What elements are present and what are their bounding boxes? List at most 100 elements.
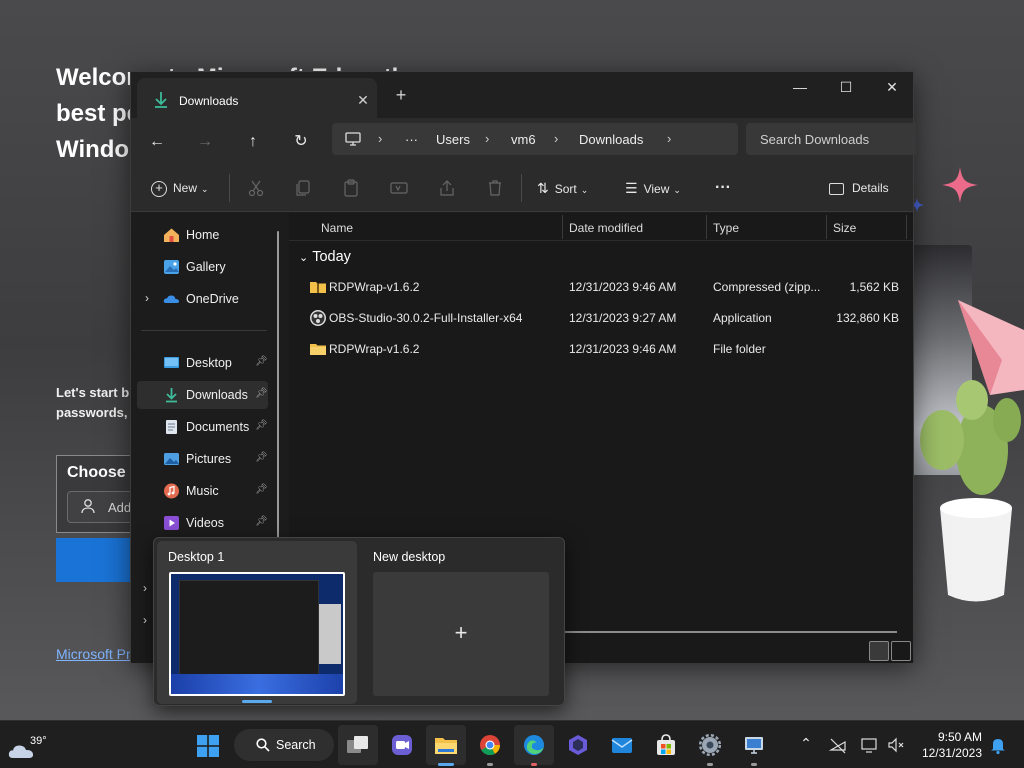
sidebar-scrollbar[interactable] — [277, 231, 279, 581]
details-view-icon[interactable] — [869, 641, 889, 661]
large-icons-view-icon[interactable] — [891, 641, 911, 661]
teams-app[interactable] — [382, 725, 422, 765]
sidebar-item-downloads[interactable]: Downloads 📌︎ — [137, 381, 268, 409]
column-header-size[interactable]: Size — [833, 221, 856, 235]
tab-title: Downloads — [179, 94, 239, 108]
copilot-icon — [569, 735, 587, 755]
tab-close-icon[interactable]: ✕ — [351, 88, 375, 112]
table-row[interactable]: RDPWrap-v1.6.2 12/31/2023 9:46 AM Compre… — [289, 272, 913, 303]
column-divider[interactable] — [706, 215, 707, 239]
taskbar-search[interactable]: Search — [234, 729, 334, 761]
new-desktop-button[interactable]: + — [373, 572, 549, 696]
show-hidden-icons-chevron-icon[interactable]: ⌃ — [796, 735, 816, 755]
notification-bell-icon[interactable] — [988, 735, 1008, 755]
share-icon[interactable] — [437, 178, 457, 198]
sidebar-item-label: Desktop — [186, 356, 232, 370]
sidebar-item-pictures[interactable]: Pictures 📌︎ — [137, 445, 268, 473]
file-name: RDPWrap-v1.6.2 — [329, 280, 420, 294]
copy-icon[interactable] — [293, 178, 313, 198]
pin-icon[interactable]: 📌︎ — [255, 388, 268, 402]
new-tab-button[interactable]: + — [387, 82, 415, 108]
start-button[interactable] — [188, 725, 228, 765]
close-button[interactable]: ✕ — [869, 72, 915, 102]
column-divider[interactable] — [562, 215, 563, 239]
teams-camera-icon — [392, 735, 412, 755]
pin-icon[interactable]: 📌︎ — [255, 356, 268, 370]
pin-icon[interactable]: 📌︎ — [255, 420, 268, 434]
plus-circle-icon: + — [151, 180, 167, 197]
sidebar-item-onedrive[interactable]: › OneDrive — [137, 285, 268, 313]
settings-gear-icon — [699, 734, 721, 756]
thumbnail-window — [179, 580, 319, 676]
breadcrumb-users[interactable]: Users — [436, 132, 470, 147]
column-header-date-modified[interactable]: Date modified — [569, 221, 643, 235]
minimize-button[interactable]: — — [777, 72, 823, 102]
column-divider[interactable] — [906, 215, 907, 239]
desktop-1-thumbnail[interactable] — [169, 572, 345, 696]
search-placeholder: Search Downloads — [760, 132, 870, 147]
rename-icon[interactable] — [389, 178, 409, 198]
cut-icon[interactable] — [246, 178, 266, 198]
copilot-app[interactable] — [558, 725, 598, 765]
breadcrumb-vm6[interactable]: vm6 — [511, 132, 536, 147]
forward-arrow-icon[interactable]: → — [189, 126, 221, 158]
store-app[interactable] — [646, 725, 686, 765]
file-explorer-icon — [435, 738, 457, 754]
view-button[interactable]: ☰ View ⌄ — [625, 176, 681, 200]
chevron-right-icon[interactable]: › — [145, 291, 149, 305]
chevron-right-icon[interactable]: › — [143, 581, 147, 595]
mail-app[interactable] — [602, 725, 642, 765]
sidebar-item-gallery[interactable]: Gallery — [137, 253, 268, 281]
task-view-button[interactable] — [338, 725, 378, 765]
pin-icon[interactable]: 📌︎ — [255, 452, 268, 466]
edge-choose-title: Choose a — [67, 464, 140, 481]
volume-muted-icon[interactable] — [886, 735, 906, 755]
settings-app[interactable] — [690, 725, 730, 765]
new-button[interactable]: + New ⌄ — [151, 176, 209, 200]
group-header-today[interactable]: ⌄ Today — [299, 249, 351, 265]
sidebar-item-label: Downloads — [186, 388, 248, 402]
chevron-down-icon: ⌄ — [580, 185, 589, 195]
edge-privacy-link[interactable]: Microsoft Pr — [56, 646, 131, 662]
edge-app[interactable] — [514, 725, 554, 765]
up-arrow-icon[interactable]: ↑ — [237, 126, 269, 158]
chevron-right-icon[interactable]: › — [143, 613, 147, 627]
details-button[interactable]: Details — [829, 176, 889, 200]
clock[interactable]: 9:50 AM 12/31/2023 — [918, 729, 982, 761]
more-options-icon[interactable]: ··· — [715, 176, 731, 200]
refresh-icon[interactable]: ↻ — [285, 126, 317, 158]
delete-icon[interactable] — [485, 178, 505, 198]
display-icon[interactable] — [860, 735, 880, 755]
table-row[interactable]: OBS-Studio-30.0.2-Full-Installer-x64 12/… — [289, 303, 913, 334]
music-folder-icon — [164, 483, 179, 499]
sort-button[interactable]: ⇅ Sort ⌄ — [537, 176, 588, 200]
breadcrumb-chevron-icon: › — [554, 131, 559, 146]
back-arrow-icon[interactable]: ← — [141, 126, 173, 158]
maximize-button[interactable]: ☐ — [823, 72, 869, 102]
column-header-type[interactable]: Type — [713, 221, 739, 235]
address-bar[interactable]: › ··· Users › vm6 › Downloads › — [332, 123, 738, 155]
remote-desktop-app[interactable] — [734, 725, 774, 765]
pin-icon[interactable]: 📌︎ — [255, 516, 268, 530]
table-row[interactable]: RDPWrap-v1.6.2 12/31/2023 9:46 AM File f… — [289, 334, 913, 365]
sidebar-item-documents[interactable]: Documents 📌︎ — [137, 413, 268, 441]
column-divider[interactable] — [826, 215, 827, 239]
network-disconnected-icon[interactable] — [828, 735, 848, 755]
edge-add-button[interactable]: Add — [67, 491, 137, 523]
sidebar-item-home[interactable]: Home — [137, 221, 268, 249]
column-header-row: Name Date modified Type Size — [289, 213, 913, 241]
paste-icon[interactable] — [341, 178, 361, 198]
sidebar-item-music[interactable]: Music 📌︎ — [137, 477, 268, 505]
pin-icon[interactable]: 📌︎ — [255, 484, 268, 498]
chrome-app[interactable] — [470, 725, 510, 765]
sidebar-item-desktop[interactable]: Desktop 📌︎ — [137, 349, 268, 377]
file-explorer-app[interactable] — [426, 725, 466, 765]
sidebar-item-videos[interactable]: Videos 📌︎ — [137, 509, 268, 537]
column-header-name[interactable]: Name — [321, 221, 353, 235]
horizontal-scrollbar[interactable] — [557, 631, 897, 633]
search-box[interactable]: Search Downloads — [746, 123, 916, 155]
weather-widget[interactable]: 39° — [8, 727, 48, 763]
tab-downloads[interactable]: Downloads ✕ — [137, 78, 377, 118]
breadcrumb-more[interactable]: ··· — [405, 132, 418, 147]
breadcrumb-downloads[interactable]: Downloads — [579, 132, 643, 147]
